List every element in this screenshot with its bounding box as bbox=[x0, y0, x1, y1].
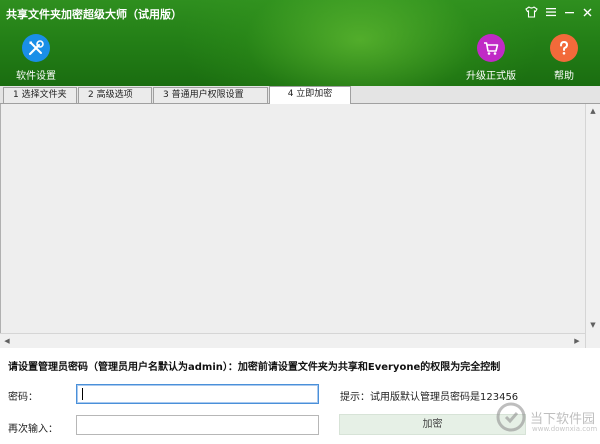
minimize-icon bbox=[564, 12, 574, 14]
confirm-password-field[interactable] bbox=[76, 415, 319, 435]
admin-password-notice: 请设置管理员密码（管理员用户名默认为admin）：加密前请设置文件夹为共享和Ev… bbox=[8, 362, 501, 373]
help-tool-button[interactable]: 帮助 bbox=[534, 34, 594, 82]
upgrade-label: 升级正式版 bbox=[466, 71, 516, 82]
tab-user-permissions[interactable]: 3 普通用户权限设置 bbox=[153, 87, 268, 103]
confirm-password-label: 再次输入： bbox=[8, 424, 58, 435]
tab-select-folder[interactable]: 1 选择文件夹 bbox=[3, 87, 77, 103]
password-field[interactable] bbox=[76, 384, 319, 404]
settings-icon-circle bbox=[22, 34, 50, 62]
watermark-url: www.downxia.com bbox=[532, 425, 598, 433]
settings-tool-button[interactable]: 软件设置 bbox=[6, 34, 66, 82]
folder-list-area[interactable] bbox=[0, 104, 586, 348]
close-button[interactable] bbox=[578, 4, 596, 20]
scroll-left-icon[interactable]: ◀ bbox=[0, 334, 14, 348]
question-icon bbox=[560, 40, 569, 55]
settings-label: 软件设置 bbox=[16, 71, 56, 82]
window-title: 共享文件夹加密超级大师（试用版） bbox=[6, 8, 182, 21]
scroll-right-icon[interactable]: ▶ bbox=[570, 334, 584, 348]
watermark-logo-icon bbox=[496, 402, 526, 432]
title-bar: 共享文件夹加密超级大师（试用版） 软件设置 升级正式版 帮助 bbox=[0, 0, 600, 86]
vertical-scrollbar[interactable]: ▲ ▼ bbox=[585, 104, 600, 348]
watermark-text: 当下软件园 bbox=[530, 411, 596, 427]
tab-encrypt-now[interactable]: 4 立即加密 bbox=[269, 86, 351, 104]
scroll-down-icon[interactable]: ▼ bbox=[586, 318, 600, 332]
cart-icon bbox=[484, 42, 499, 55]
close-icon bbox=[583, 8, 591, 16]
trial-password-hint: 提示：试用版默认管理员密码是123456 bbox=[340, 392, 519, 403]
horizontal-scrollbar[interactable]: ◀ ▶ bbox=[0, 333, 585, 348]
menu-button[interactable] bbox=[542, 4, 560, 20]
tools-icon bbox=[28, 40, 44, 56]
skin-button[interactable] bbox=[522, 4, 540, 20]
password-label: 密码： bbox=[8, 392, 38, 403]
scroll-up-icon[interactable]: ▲ bbox=[586, 104, 600, 118]
text-caret bbox=[82, 388, 83, 400]
upgrade-tool-button[interactable]: 升级正式版 bbox=[461, 34, 521, 82]
menu-icon bbox=[546, 8, 556, 17]
tab-advanced-options[interactable]: 2 高级选项 bbox=[78, 87, 152, 103]
watermark: 当下软件园 www.downxia.com bbox=[496, 394, 598, 440]
upgrade-icon-circle bbox=[477, 34, 505, 62]
minimize-button[interactable] bbox=[560, 4, 578, 20]
help-label: 帮助 bbox=[554, 71, 574, 82]
tab-bar: 1 选择文件夹 2 高级选项 3 普通用户权限设置 4 立即加密 bbox=[0, 86, 600, 104]
shirt-icon bbox=[524, 6, 538, 18]
help-icon-circle bbox=[550, 34, 578, 62]
